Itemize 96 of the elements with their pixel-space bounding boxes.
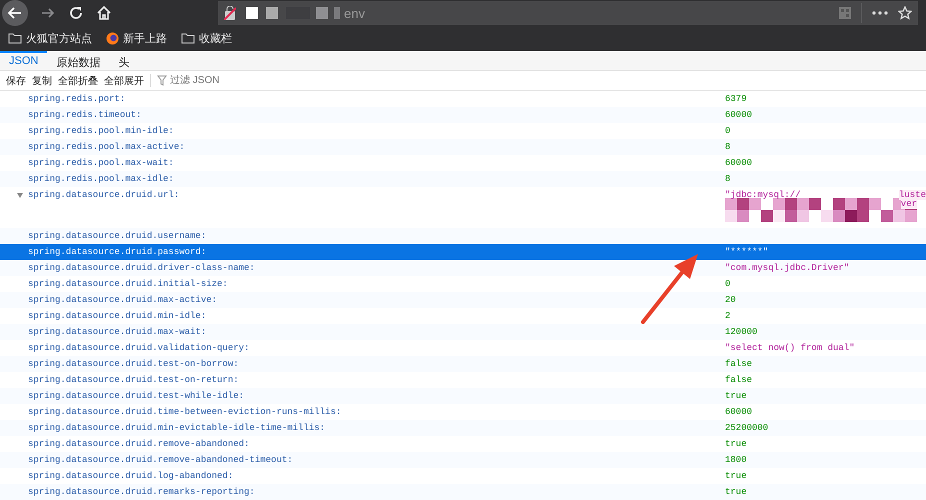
json-row[interactable]: spring.datasource.druid.username: <box>0 228 926 244</box>
json-value: 6379 <box>725 94 748 104</box>
json-row[interactable]: spring.datasource.druid.url: "jdbc:mysql:// luste ver <box>0 187 926 228</box>
json-key: spring.datasource.druid.max-active: <box>28 295 218 305</box>
json-key: spring.redis.port: <box>28 94 126 104</box>
json-value: 8 <box>725 142 732 152</box>
json-key: spring.datasource.druid.driver-class-name: <box>28 263 255 273</box>
json-value: 60000 <box>725 110 754 120</box>
json-key: spring.datasource.druid.test-on-borrow: <box>28 359 239 369</box>
filter-field[interactable]: 过滤 JSON <box>157 75 250 86</box>
toolbar-button[interactable]: 保存 <box>6 74 26 88</box>
json-row[interactable]: spring.datasource.druid.min-evictable-idle-time-millis: 25200000 <box>0 420 926 436</box>
selected-row[interactable]: spring.datasource.druid.password: "******" <box>0 244 926 260</box>
json-key: spring.datasource.druid.time-between-eviction-runs-millis: <box>28 407 342 417</box>
back-icon[interactable] <box>2 0 28 26</box>
json-value: 20 <box>725 295 737 305</box>
json-value: 0 <box>725 279 732 289</box>
json-key: spring.redis.timeout: <box>28 110 142 120</box>
json-value: true <box>725 439 748 449</box>
json-key: spring.datasource.druid.remove-abandoned: <box>28 439 250 449</box>
json-key: spring.datasource.druid.max-wait: <box>28 327 206 337</box>
json-key: spring.datasource.druid.log-abandoned: <box>28 471 234 481</box>
filter-icon[interactable] <box>157 75 167 86</box>
tab[interactable]: JSON <box>0 51 48 70</box>
json-row[interactable]: spring.datasource.druid.max-wait: 120000 <box>0 324 926 340</box>
json-value: 60000 <box>725 407 754 417</box>
json-row[interactable]: spring.datasource.druid.min-idle: 2 <box>0 308 926 324</box>
bookmark-star-icon[interactable] <box>898 6 912 20</box>
json-key: spring.datasource.druid.validation-query: <box>28 343 250 353</box>
browser-logo-icon[interactable] <box>106 32 119 45</box>
toolbar-button[interactable]: 全部折叠 <box>58 74 98 88</box>
folder-icon[interactable] <box>181 33 195 44</box>
json-value: true <box>725 471 748 481</box>
json-value: true <box>725 487 748 497</box>
json-value: 120000 <box>725 327 758 337</box>
json-key: spring.redis.pool.max-wait: <box>28 158 174 168</box>
json-row[interactable]: spring.datasource.druid.initial-size: 0 <box>0 276 926 292</box>
json-key: spring.redis.pool.min-idle: <box>28 126 174 136</box>
bookmark-item[interactable]: 火狐官方站点 <box>8 31 92 46</box>
json-key: spring.datasource.druid.remarks-reporting: <box>28 487 255 497</box>
json-row[interactable]: spring.datasource.druid.test-on-return: false <box>0 372 926 388</box>
json-key: spring.datasource.druid.username: <box>28 231 206 241</box>
json-row[interactable]: spring.redis.pool.max-active: 8 <box>0 139 926 155</box>
json-value: "select now() from dual" <box>725 343 856 353</box>
json-row[interactable]: spring.datasource.druid.remove-abandoned: true <box>0 436 926 452</box>
folder-icon[interactable] <box>8 33 22 44</box>
json-row[interactable]: spring.redis.pool.max-idle: 8 <box>0 171 926 187</box>
json-value: 8 <box>725 174 732 184</box>
json-value: false <box>725 375 754 385</box>
json-row[interactable]: spring.redis.pool.max-wait: 60000 <box>0 155 926 171</box>
json-row[interactable]: spring.datasource.druid.remove-abandoned-timeout: 1800 <box>0 452 926 468</box>
json-value: false <box>725 359 754 369</box>
json-key: spring.datasource.druid.test-while-idle: <box>28 391 244 401</box>
tab[interactable]: 原始数据 <box>47 51 110 70</box>
json-row[interactable]: spring.datasource.druid.log-abandoned: true <box>0 468 926 484</box>
json-value: "jdbc:mysql:// <box>725 190 801 200</box>
json-key: spring.datasource.druid.remove-abandoned-timeout: <box>28 455 293 465</box>
json-value: "com.mysql.jdbc.Driver" <box>725 263 850 273</box>
json-key: spring.datasource.druid.initial-size: <box>28 279 228 289</box>
json-row[interactable]: spring.redis.pool.min-idle: 0 <box>0 123 926 139</box>
json-row[interactable]: spring.datasource.druid.max-active: 20 <box>0 292 926 308</box>
insecure-lock-icon[interactable] <box>224 6 236 20</box>
json-key: spring.datasource.druid.password: <box>28 247 206 257</box>
expand-toggle-icon[interactable] <box>17 193 23 198</box>
home-icon[interactable] <box>96 5 112 21</box>
json-row[interactable]: spring.datasource.druid.test-on-borrow: false <box>0 356 926 372</box>
json-key: spring.datasource.druid.min-idle: <box>28 311 206 321</box>
json-value: 0 <box>725 126 732 136</box>
bookmark-item[interactable]: 收藏栏 <box>181 31 232 46</box>
json-row[interactable]: spring.datasource.druid.remarks-reporting: true <box>0 484 926 500</box>
json-value: 1800 <box>725 455 748 465</box>
json-key: spring.datasource.druid.url: <box>28 190 180 200</box>
json-row[interactable]: spring.datasource.druid.test-while-idle: true <box>0 388 926 404</box>
json-value: 2 <box>725 311 732 321</box>
json-key: spring.redis.pool.max-idle: <box>28 174 174 184</box>
json-key: spring.redis.pool.max-active: <box>28 142 185 152</box>
toolbar-button[interactable]: 全部展开 <box>104 74 144 88</box>
json-row[interactable]: spring.datasource.druid.validation-query: "select now() from dual" <box>0 340 926 356</box>
annotation-arrow <box>640 252 700 324</box>
json-key: spring.datasource.druid.test-on-return: <box>28 375 239 385</box>
json-value-fragment: luste <box>898 190 926 200</box>
url-text: env <box>344 6 365 20</box>
bookmark-item[interactable]: 新手上路 <box>106 31 167 46</box>
json-row[interactable]: spring.redis.timeout: 60000 <box>0 107 926 123</box>
json-key: spring.datasource.druid.min-evictable-idle-time-millis: <box>28 423 326 433</box>
json-value: 60000 <box>725 158 754 168</box>
json-row[interactable]: spring.redis.port: 6379 <box>0 91 926 107</box>
json-row[interactable]: spring.datasource.druid.driver-class-name: "com.mysql.jdbc.Driver" <box>0 260 926 276</box>
json-value: 25200000 <box>725 423 770 433</box>
json-value: "******" <box>725 247 770 257</box>
reload-icon[interactable] <box>68 5 84 21</box>
json-value: true <box>725 391 748 401</box>
toolbar-button[interactable]: 复制 <box>32 74 52 88</box>
tab[interactable]: 头 <box>109 51 138 70</box>
json-row[interactable]: spring.datasource.druid.time-between-eviction-runs-millis: 60000 <box>0 404 926 420</box>
more-icon[interactable] <box>872 11 888 15</box>
